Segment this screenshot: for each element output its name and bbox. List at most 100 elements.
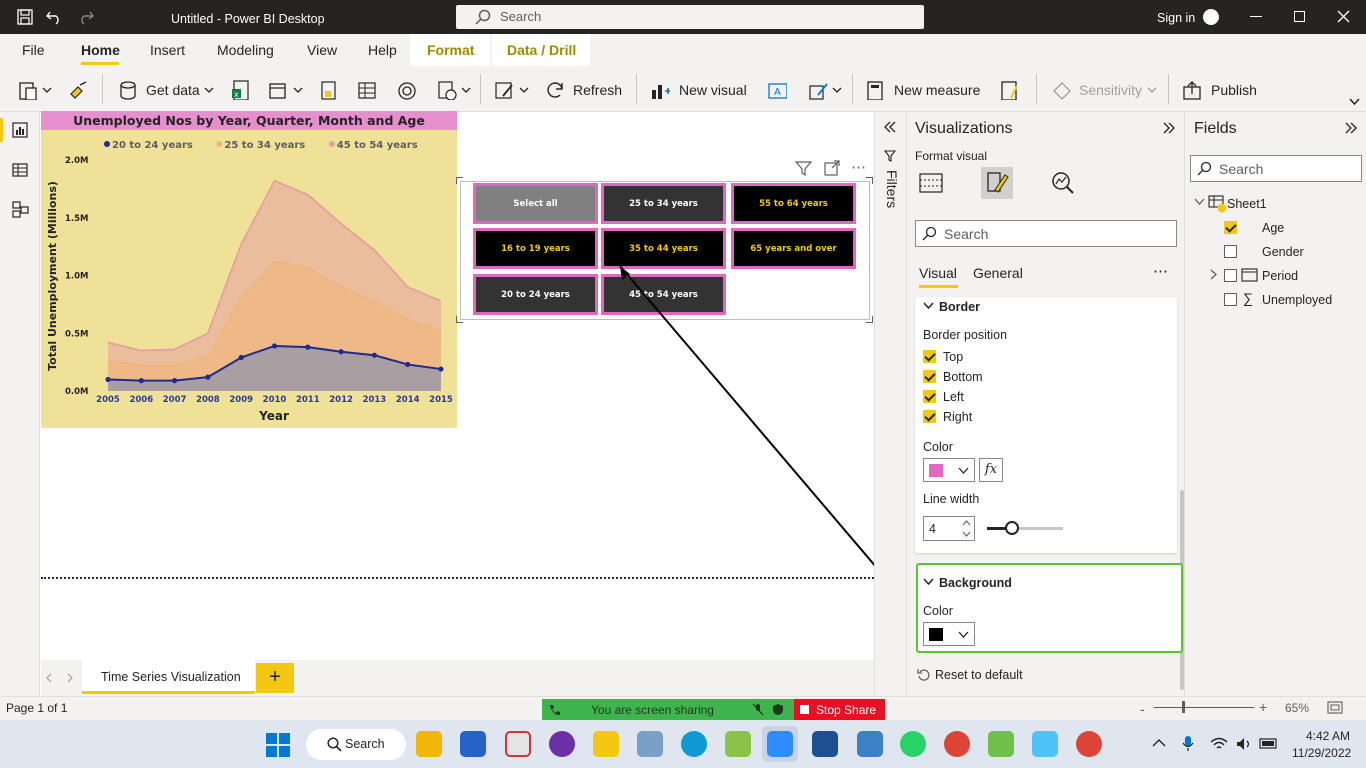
slider-thumb[interactable] [1005,521,1019,535]
windows-start-icon[interactable] [266,733,290,757]
tab-visual[interactable]: Visual [919,265,957,281]
dataverse-icon[interactable] [319,80,339,100]
store-icon[interactable] [460,731,486,757]
border-section-header[interactable]: Border [939,300,980,314]
zoom-slider-thumb[interactable] [1182,701,1185,713]
publish-button[interactable]: Publish [1211,82,1257,98]
border-right-checkbox[interactable] [923,410,936,423]
slicer-tile[interactable]: 25 to 34 years [601,183,726,224]
file-explorer-icon[interactable] [416,731,442,757]
field-checkbox-unemployed[interactable] [1224,293,1237,306]
get-data-button[interactable]: Get data [146,82,200,98]
slicer-tile[interactable]: 55 to 64 years [731,183,856,224]
fit-to-page-icon[interactable] [1327,701,1343,714]
analytics-icon[interactable] [1050,170,1076,196]
field-age[interactable]: Age [1262,221,1284,235]
whatsapp-icon[interactable] [900,731,926,757]
redo-icon[interactable] [77,9,94,25]
paste-icon[interactable] [18,80,38,100]
power-bi-icon[interactable] [593,731,619,757]
edge-icon[interactable] [681,731,707,757]
chevron-down-icon[interactable] [962,531,971,537]
line-width-stepper[interactable]: 4 [923,516,975,541]
viz-search-input[interactable]: Search [915,220,1177,247]
wifi-icon[interactable] [1210,737,1228,751]
tab-general[interactable]: General [973,265,1023,281]
new-visual-icon[interactable] [650,80,670,100]
refresh-button[interactable]: Refresh [573,82,622,98]
filter-icon[interactable] [795,160,812,176]
field-checkbox-gender[interactable] [1224,245,1237,258]
edit-queries-icon[interactable] [494,80,514,100]
fx-button[interactable]: fx [979,458,1003,482]
chevron-down-icon[interactable] [923,578,934,586]
app-icon[interactable] [725,731,751,757]
menu-insert[interactable]: Insert [150,42,185,58]
dataset-icon[interactable] [268,80,288,100]
excel-icon[interactable]: x [231,80,251,100]
zoom-slider[interactable] [1154,707,1254,708]
save-icon[interactable] [17,9,33,25]
transform-data-icon[interactable] [437,80,457,100]
collapse-pane-icon[interactable] [1162,122,1176,134]
microphone-icon[interactable] [1182,735,1194,752]
quick-measure-icon[interactable] [999,80,1019,100]
zoom-in-button[interactable]: + [1259,699,1267,715]
zoom-out-button[interactable]: - [1140,701,1145,717]
slicer-tile[interactable]: Select all [473,183,598,224]
chevron-down-icon[interactable] [293,87,303,94]
report-view-icon[interactable] [12,122,28,138]
data-view-icon[interactable] [12,162,28,178]
menu-home[interactable]: Home [81,42,120,58]
border-left-checkbox[interactable] [923,390,936,403]
collapse-ribbon-icon[interactable] [1349,98,1360,106]
focus-mode-icon[interactable] [824,160,840,176]
more-options-icon[interactable]: ⋯ [851,158,867,176]
close-icon[interactable] [1337,10,1350,23]
new-visual-button[interactable]: New visual [679,82,747,98]
chevron-down-icon[interactable] [461,87,471,94]
recent-sources-icon[interactable] [396,80,416,100]
menu-help[interactable]: Help [368,42,397,58]
battery-icon[interactable] [1259,738,1279,749]
table-name[interactable]: Sheet1 [1227,197,1267,211]
field-period[interactable]: Period [1262,269,1298,283]
title-search-input[interactable]: Search [456,5,924,29]
sign-in-link[interactable]: Sign in [1157,11,1195,25]
fields-search-input[interactable]: Search [1190,155,1362,182]
model-view-icon[interactable] [12,201,29,218]
chevron-down-icon[interactable] [42,87,52,94]
calculator-icon[interactable] [866,80,886,100]
restore-icon[interactable] [1294,11,1305,22]
text-box-icon[interactable]: A [767,80,787,100]
minimize-icon[interactable] [1250,16,1262,17]
menu-data-drill[interactable]: Data / Drill [507,42,576,58]
enter-data-icon[interactable] [357,80,377,100]
chevron-left-icon[interactable] [45,673,53,683]
border-top-checkbox[interactable] [923,350,936,363]
menu-modeling[interactable]: Modeling [217,42,274,58]
field-checkbox-period[interactable] [1224,269,1237,282]
slicer-tile[interactable]: 20 to 24 years [473,274,598,315]
chart-app-icon[interactable] [637,731,663,757]
field-gender[interactable]: Gender [1262,245,1304,259]
chevron-down-icon[interactable] [1194,198,1205,206]
zoom-app-icon[interactable] [767,731,793,757]
sheets-icon[interactable] [988,731,1014,757]
field-unemployed[interactable]: Unemployed [1262,293,1332,307]
mic-muted-icon[interactable] [752,703,764,716]
build-visual-icon[interactable] [918,170,944,196]
add-page-button[interactable]: + [256,663,294,693]
chevron-down-icon[interactable] [204,87,214,94]
notepad-icon[interactable] [857,731,883,757]
menu-format[interactable]: Format [427,42,474,58]
resize-handle[interactable] [866,177,873,184]
expand-filters-icon[interactable] [883,121,897,133]
undo-icon[interactable] [46,9,63,25]
format-painter-icon[interactable] [68,80,88,100]
more-visuals-icon[interactable] [808,80,828,100]
menu-file[interactable]: File [22,42,45,58]
chrome-icon[interactable] [944,731,970,757]
new-measure-button[interactable]: New measure [894,82,980,98]
background-color-picker[interactable] [923,622,975,646]
